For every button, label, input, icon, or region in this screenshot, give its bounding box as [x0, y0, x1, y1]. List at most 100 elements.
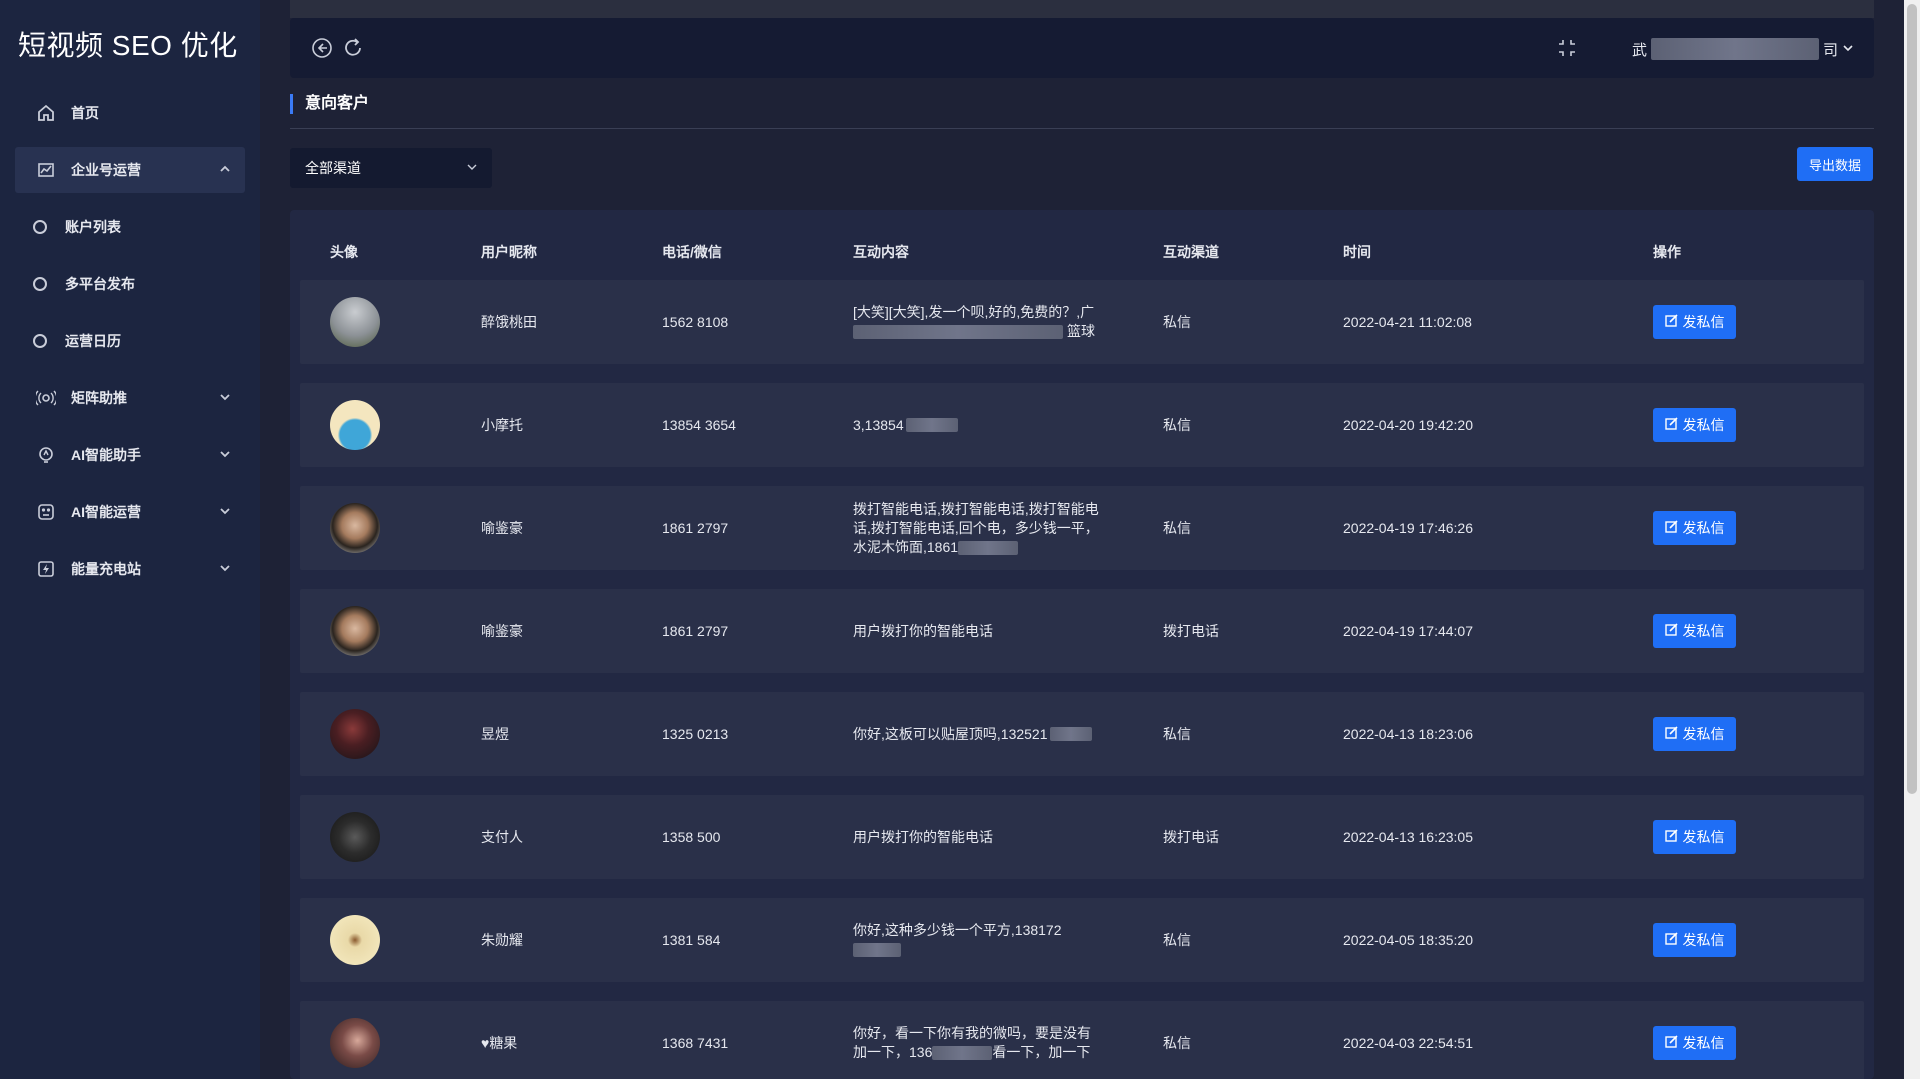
fullscreen-exit-icon[interactable] — [1555, 36, 1579, 60]
sidebar-item-ops-calendar[interactable]: 运营日历 — [15, 318, 245, 364]
sidebar-item-label: AI智能助手 — [71, 447, 141, 463]
sidebar-item-ai-ops[interactable]: AI智能运营 — [15, 489, 245, 535]
chevron-down-icon — [219, 504, 231, 520]
column-header-content: 互动内容 — [853, 244, 909, 260]
redacted-content — [958, 540, 1019, 555]
send-message-label: 发私信 — [1682, 417, 1725, 433]
table-row: 喻鉴豪 1861 2797 用户拨打你的智能电话 拨打电话 2022-04-19… — [300, 589, 1864, 673]
channel: 私信 — [1163, 520, 1191, 536]
ai-ops-icon — [35, 501, 57, 523]
send-message-label: 发私信 — [1682, 520, 1725, 536]
send-message-button[interactable]: 发私信 — [1653, 820, 1736, 854]
chevron-up-icon — [219, 162, 231, 178]
interaction-content: 你好，看一下你有我的微吗，要是没有加一下，136 看一下，加一下 — [853, 1024, 1103, 1062]
sidebar-item-label: 能量充电站 — [71, 561, 141, 577]
phone: 1381 584 — [662, 932, 721, 948]
edit-icon — [1664, 829, 1678, 845]
interaction-content-line: 篮球 — [1067, 323, 1095, 339]
interaction-content: 你好,这板可以贴屋顶吗,132521 — [853, 725, 1103, 744]
chevron-down-icon — [219, 390, 231, 406]
send-message-button[interactable]: 发私信 — [1653, 408, 1736, 442]
phone: 1358 500 — [662, 829, 721, 845]
send-message-button[interactable]: 发私信 — [1653, 717, 1736, 751]
send-message-label: 发私信 — [1682, 623, 1725, 639]
nickname: 醉饿桃田 — [481, 314, 537, 330]
interaction-content-line: 你好,这种多少钱一个平方,138172 — [853, 922, 1062, 938]
table-row: 醉饿桃田 1562 8108 [大笑][大笑],发一个呗,好的,免费的？,广 篮… — [300, 280, 1864, 364]
phone: 1861 2797 — [662, 520, 729, 536]
nickname: 喻鉴豪 — [481, 520, 523, 536]
send-message-button[interactable]: 发私信 — [1653, 923, 1736, 957]
top-edge — [290, 0, 1874, 18]
send-message-button[interactable]: 发私信 — [1653, 1026, 1736, 1060]
sidebar-item-home[interactable]: 首页 — [15, 90, 245, 136]
send-message-label: 发私信 — [1682, 726, 1725, 742]
chevron-down-icon — [466, 160, 478, 176]
edit-icon — [1664, 520, 1678, 536]
phone: 1562 8108 — [662, 314, 729, 330]
time: 2022-04-05 18:35:20 — [1343, 932, 1473, 948]
sidebar-item-ai-assistant[interactable]: AI智能助手 — [15, 432, 245, 478]
energy-icon — [35, 558, 57, 580]
broadcast-icon — [35, 387, 57, 409]
sidebar-item-enterprise-ops[interactable]: 企业号运营 — [15, 147, 245, 193]
sidebar-item-multi-publish[interactable]: 多平台发布 — [15, 261, 245, 307]
sidebar-item-label: 账户列表 — [65, 219, 121, 235]
time: 2022-04-13 18:23:06 — [1343, 726, 1473, 742]
interaction-content-line: 你好,这板可以贴屋顶吗,132521 — [853, 725, 1048, 742]
sidebar-item-label: 首页 — [71, 105, 99, 121]
nickname: 昱煜 — [481, 726, 509, 742]
send-message-button[interactable]: 发私信 — [1653, 614, 1736, 648]
back-icon[interactable] — [310, 36, 334, 60]
time: 2022-04-19 17:44:07 — [1343, 623, 1473, 639]
column-header-action: 操作 — [1653, 244, 1681, 260]
time: 2022-04-19 17:46:26 — [1343, 520, 1473, 536]
edit-icon — [1664, 932, 1678, 948]
export-data-button[interactable]: 导出数据 — [1797, 147, 1873, 181]
circle-icon — [33, 220, 47, 234]
sidebar-item-energy-station[interactable]: 能量充电站 — [15, 546, 245, 592]
interaction-content: 用户拨打你的智能电话 — [853, 622, 993, 639]
chevron-down-icon — [219, 561, 231, 577]
avatar — [330, 812, 380, 862]
sidebar-item-matrix-boost[interactable]: 矩阵助推 — [15, 375, 245, 421]
refresh-icon[interactable] — [341, 36, 365, 60]
table-row: 喻鉴豪 1861 2797 拨打智能电话,拨打智能电话,拨打智能电话,拨打智能电… — [300, 486, 1864, 570]
redacted-content — [932, 1046, 993, 1061]
scrollbar-thumb[interactable] — [1907, 4, 1917, 794]
page-scrollbar[interactable] — [1904, 0, 1920, 1079]
send-message-label: 发私信 — [1682, 1035, 1725, 1051]
sidebar-item-account-list[interactable]: 账户列表 — [15, 204, 245, 250]
channel: 拨打电话 — [1163, 829, 1219, 845]
avatar — [330, 709, 380, 759]
customer-table: 头像 用户昵称 电话/微信 互动内容 互动渠道 时间 操作 醉饿桃田 1562 … — [290, 210, 1874, 1079]
phone: 1368 7431 — [662, 1035, 729, 1051]
send-message-label: 发私信 — [1682, 829, 1725, 845]
edit-icon — [1664, 417, 1678, 433]
send-message-button[interactable]: 发私信 — [1653, 305, 1736, 339]
circle-icon — [33, 334, 47, 348]
time: 2022-04-20 19:42:20 — [1343, 417, 1473, 433]
avatar — [330, 297, 380, 347]
interaction-content: 3,13854 — [853, 416, 1103, 435]
sidebar-item-label: 企业号运营 — [71, 162, 141, 178]
avatar — [330, 1018, 380, 1068]
phone: 13854 3654 — [662, 417, 736, 433]
nickname: 喻鉴豪 — [481, 623, 523, 639]
phone: 1861 2797 — [662, 623, 729, 639]
sidebar-item-label: AI智能运营 — [71, 504, 141, 520]
time: 2022-04-03 22:54:51 — [1343, 1035, 1473, 1051]
channel-select[interactable]: 全部渠道 — [290, 148, 492, 188]
redacted-user-name — [1650, 38, 1819, 60]
nickname: 小摩托 — [481, 417, 523, 433]
nickname: 支付人 — [481, 829, 523, 845]
send-message-label: 发私信 — [1682, 932, 1725, 948]
avatar — [330, 606, 380, 656]
nickname: ♥糖果 — [481, 1035, 518, 1051]
user-menu[interactable]: 武 司 — [1632, 38, 1854, 60]
avatar — [330, 503, 380, 553]
send-message-button[interactable]: 发私信 — [1653, 511, 1736, 545]
interaction-content: 你好,这种多少钱一个平方,138172 — [853, 921, 1103, 959]
table-row: 支付人 1358 500 用户拨打你的智能电话 拨打电话 2022-04-13 … — [300, 795, 1864, 879]
circle-icon — [33, 277, 47, 291]
